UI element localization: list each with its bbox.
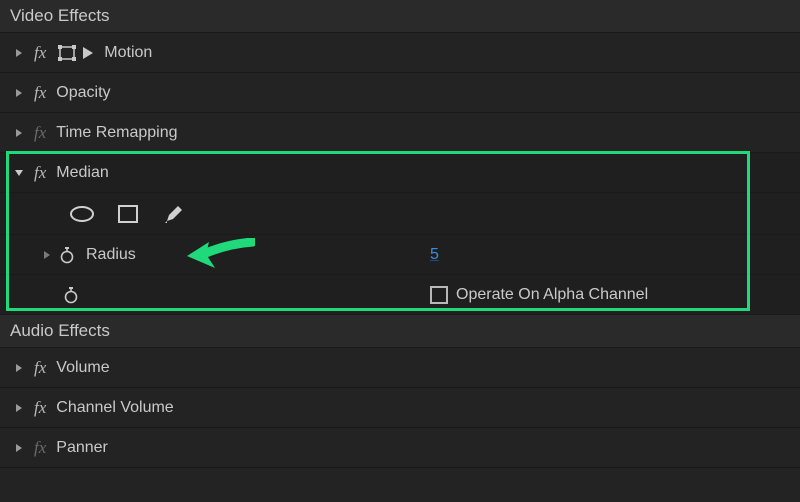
effect-row-motion[interactable]: fx Motion <box>0 33 800 73</box>
fx-badge-icon[interactable]: fx <box>34 358 46 378</box>
free-transform-icon[interactable] <box>56 44 78 62</box>
audio-effects-header[interactable]: Audio Effects <box>0 315 800 348</box>
effect-row-median[interactable]: fx Median <box>0 153 800 193</box>
chevron-right-icon[interactable] <box>10 359 28 377</box>
fx-badge-icon[interactable]: fx <box>34 123 46 143</box>
rectangle-mask-icon[interactable] <box>114 203 142 225</box>
chevron-right-icon[interactable] <box>10 44 28 62</box>
fx-badge-icon[interactable]: fx <box>34 438 46 458</box>
stopwatch-icon[interactable] <box>62 286 80 304</box>
median-radius-row: Radius 5 <box>0 235 800 275</box>
effect-row-panner[interactable]: fx Panner <box>0 428 800 468</box>
chevron-right-icon[interactable] <box>10 439 28 457</box>
chevron-right-icon[interactable] <box>10 124 28 142</box>
radius-value-cell: 5 <box>430 246 439 264</box>
median-alpha-row: Operate On Alpha Channel <box>0 275 800 315</box>
alpha-checkbox-cell: Operate On Alpha Channel <box>430 286 648 304</box>
effect-label: Channel Volume <box>56 399 173 417</box>
effect-label: Panner <box>56 439 108 457</box>
chevron-right-icon[interactable] <box>10 84 28 102</box>
video-effects-label: Video Effects <box>10 6 110 25</box>
effect-label: Opacity <box>56 84 110 102</box>
effect-row-time-remapping[interactable]: fx Time Remapping <box>0 113 800 153</box>
ellipse-mask-icon[interactable] <box>68 203 96 225</box>
effect-row-volume[interactable]: fx Volume <box>0 348 800 388</box>
video-effects-header[interactable]: Video Effects <box>0 0 800 33</box>
fx-badge-icon[interactable]: fx <box>34 83 46 103</box>
motion-transform-icons <box>56 44 94 62</box>
chevron-right-icon[interactable] <box>10 399 28 417</box>
effect-controls-panel: Video Effects fx Motion fx Opacity <box>0 0 800 502</box>
chevron-right-icon[interactable] <box>38 246 56 264</box>
alpha-label: Operate On Alpha Channel <box>456 286 648 304</box>
effect-label: Time Remapping <box>56 124 177 142</box>
fx-badge-icon[interactable]: fx <box>34 43 46 63</box>
stopwatch-icon[interactable] <box>58 246 76 264</box>
alpha-checkbox[interactable] <box>430 286 448 304</box>
play-icon[interactable] <box>82 46 94 60</box>
radius-value[interactable]: 5 <box>430 246 439 263</box>
effect-row-channel-volume[interactable]: fx Channel Volume <box>0 388 800 428</box>
effect-label: Median <box>56 164 108 182</box>
effect-label: Volume <box>56 359 109 377</box>
chevron-down-icon[interactable] <box>10 164 28 182</box>
pen-mask-icon[interactable] <box>160 203 188 225</box>
fx-badge-icon[interactable]: fx <box>34 398 46 418</box>
effect-row-opacity[interactable]: fx Opacity <box>0 73 800 113</box>
effect-label: Motion <box>104 44 152 62</box>
radius-label: Radius <box>86 246 136 264</box>
median-mask-tools-row <box>0 193 800 235</box>
fx-badge-icon[interactable]: fx <box>34 163 46 183</box>
audio-effects-label: Audio Effects <box>10 321 110 340</box>
